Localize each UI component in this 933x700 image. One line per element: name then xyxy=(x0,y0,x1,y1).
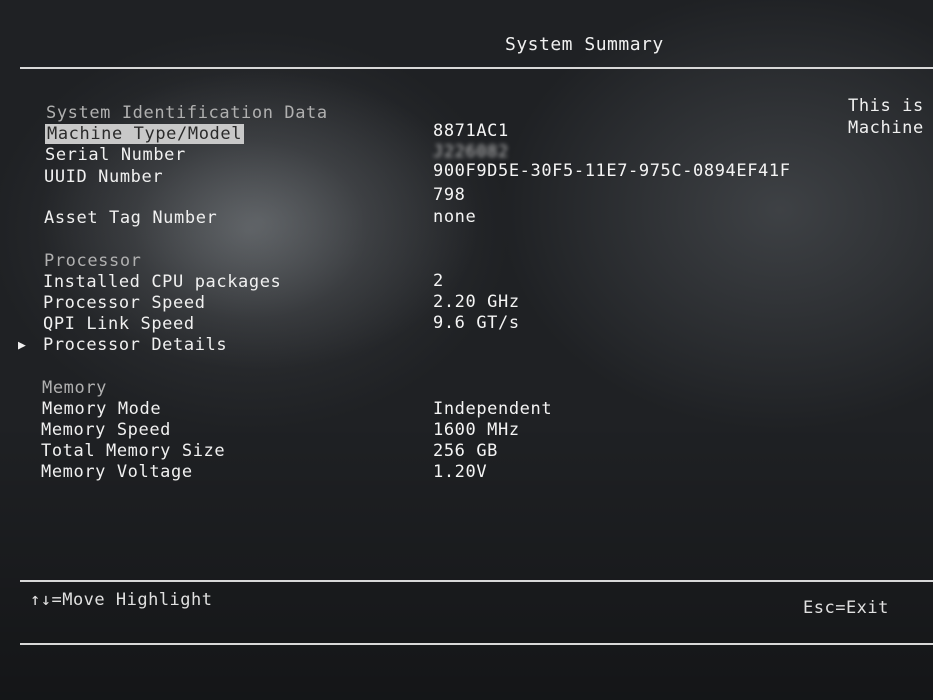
memory-speed-value: 1600 MHz xyxy=(433,420,520,440)
memory-voltage-value: 1.20V xyxy=(433,462,488,482)
uuid-value-line1: 900F9D5E-30F5-11E7-975C-0894EF41F xyxy=(433,161,791,181)
uuid-label: UUID Number xyxy=(44,167,164,187)
memory-speed-label: Memory Speed xyxy=(41,420,172,440)
serial-number-label: Serial Number xyxy=(45,145,186,165)
help-text-line2: Machine xyxy=(848,118,924,138)
serial-number-redacted: J226082 xyxy=(433,142,509,162)
menu-item-processor-details[interactable]: Processor Details xyxy=(43,335,227,355)
qpi-link-speed-value: 9.6 GT/s xyxy=(433,313,520,333)
exit-hint: Esc=Exit xyxy=(803,598,889,618)
qpi-link-speed-label: QPI Link Speed xyxy=(43,314,195,334)
section-title-processor: Processor xyxy=(44,251,142,271)
header-divider xyxy=(20,67,933,69)
memory-mode-label: Memory Mode xyxy=(42,399,162,419)
memory-voltage-label: Memory Voltage xyxy=(41,462,193,482)
cpu-packages-value: 2 xyxy=(433,271,444,291)
processor-speed-value: 2.20 GHz xyxy=(433,292,520,312)
asset-tag-label: Asset Tag Number xyxy=(44,208,218,228)
uuid-value-line2: 798 xyxy=(433,185,466,205)
move-highlight-hint: ↑↓=Move Highlight xyxy=(30,590,213,610)
serial-number-value: J226082 xyxy=(433,142,509,162)
memory-mode-value: Independent xyxy=(433,399,553,419)
asset-tag-value: none xyxy=(433,207,477,227)
section-title-memory: Memory xyxy=(42,378,108,398)
page-title: System Summary xyxy=(505,34,664,55)
help-text-line1: This is xyxy=(848,96,924,116)
machine-type-label: Machine Type/Model xyxy=(45,124,245,144)
total-memory-size-value: 256 GB xyxy=(433,441,499,461)
footer-top-divider xyxy=(20,580,933,582)
cpu-packages-label: Installed CPU packages xyxy=(43,272,282,292)
menu-item-machine-type[interactable]: Machine Type/Model xyxy=(45,124,245,144)
processor-speed-label: Processor Speed xyxy=(43,293,206,313)
machine-type-value: 8871AC1 xyxy=(433,121,509,141)
footer-bottom-divider xyxy=(20,643,933,645)
submenu-pointer-icon: ▶ xyxy=(18,338,26,353)
section-title-identification: System Identification Data xyxy=(46,103,328,123)
total-memory-size-label: Total Memory Size xyxy=(41,441,226,461)
